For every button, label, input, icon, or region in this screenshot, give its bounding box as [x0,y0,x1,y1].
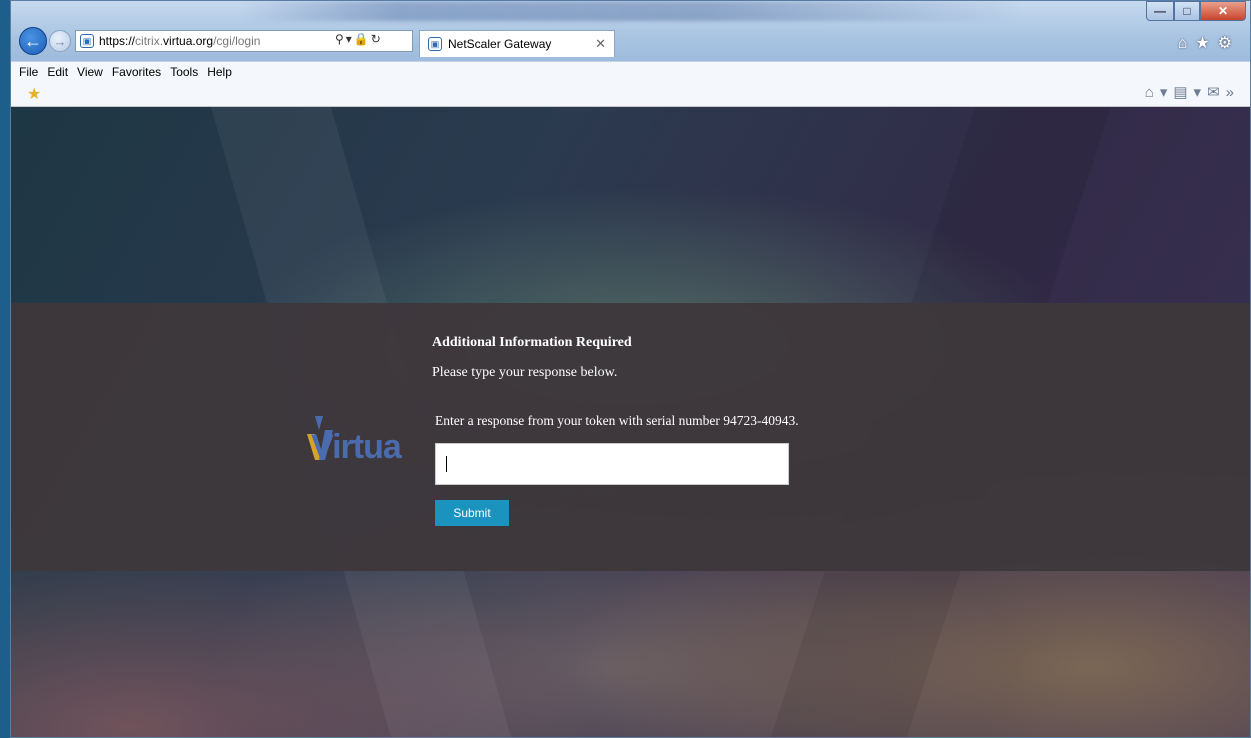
tab-label: NetScaler Gateway [448,37,552,51]
gear-icon[interactable]: ⚙ [1218,35,1240,52]
back-button[interactable]: ← [19,27,47,55]
submit-button[interactable]: Submit [435,500,509,526]
window-controls: — □ ✕ [1146,1,1246,21]
blurred-tab-strip [241,1,1021,21]
chevron-icon[interactable]: » [1226,84,1240,101]
menu-tools[interactable]: Tools [170,65,198,79]
tab-netscaler-gateway[interactable]: ▣ NetScaler Gateway ✕ [419,30,615,57]
minimize-button[interactable]: — [1146,1,1174,21]
command-bar: ⌂▾▤▾✉» [1145,83,1240,101]
favorites-bar: ★ ⌂▾▤▾✉» [11,81,1250,107]
home-icon[interactable]: ⌂ [1145,84,1160,101]
lock-icon[interactable]: 🔒 [354,32,371,46]
search-icon[interactable]: ⚲ [335,32,346,46]
dropdown-icon[interactable]: ▾ [1194,84,1208,101]
close-tab-icon[interactable]: ✕ [595,36,606,52]
menu-view[interactable]: View [77,65,103,79]
page-heading: Additional Information Required [432,335,632,350]
text-caret [446,456,447,472]
token-prompt: Enter a response from your token with se… [435,413,799,428]
virtua-logo: Virtua [301,408,411,468]
forward-arrow-icon: → [53,33,67,49]
menu-file[interactable]: File [19,65,38,79]
feed-icon[interactable]: ▤ [1173,84,1193,101]
add-favorite-icon[interactable]: ★ [27,84,41,104]
address-tools[interactable]: ⚲▾🔒↻ [335,32,383,46]
site-icon: ▣ [428,37,442,51]
close-button[interactable]: ✕ [1200,1,1246,21]
title-bar: ← → ▣ https://citrix.virtua.org/cgi/logi… [11,1,1250,61]
address-url: https://citrix.virtua.org/cgi/login [99,34,261,48]
star-icon[interactable]: ★ [1195,35,1217,52]
mail-icon[interactable]: ✉ [1207,84,1226,101]
home-icon[interactable]: ⌂ [1178,35,1196,52]
refresh-icon[interactable]: ↻ [371,32,383,46]
dropdown-icon[interactable]: ▾ [1160,84,1174,101]
maximize-button[interactable]: □ [1174,1,1200,21]
back-arrow-icon: ← [24,30,42,51]
dropdown-icon[interactable]: ▾ [346,32,354,46]
lock-icon: ▣ [80,34,94,48]
browser-toolbar-icons: ⌂★⚙ [1178,33,1240,53]
token-response-input[interactable] [435,443,789,485]
page-content: Virtua Additional Information Required P… [11,107,1250,737]
forward-button[interactable]: → [49,30,71,52]
auth-panel: Virtua Additional Information Required P… [11,303,1250,571]
logo-text: Virtua [311,428,402,466]
page-subheading: Please type your response below. [432,365,618,380]
browser-window: ← → ▣ https://citrix.virtua.org/cgi/logi… [10,0,1251,738]
menu-favorites[interactable]: Favorites [112,65,161,79]
menu-edit[interactable]: Edit [47,65,68,79]
menu-help[interactable]: Help [207,65,232,79]
menu-bar: File Edit View Favorites Tools Help [11,61,1250,81]
